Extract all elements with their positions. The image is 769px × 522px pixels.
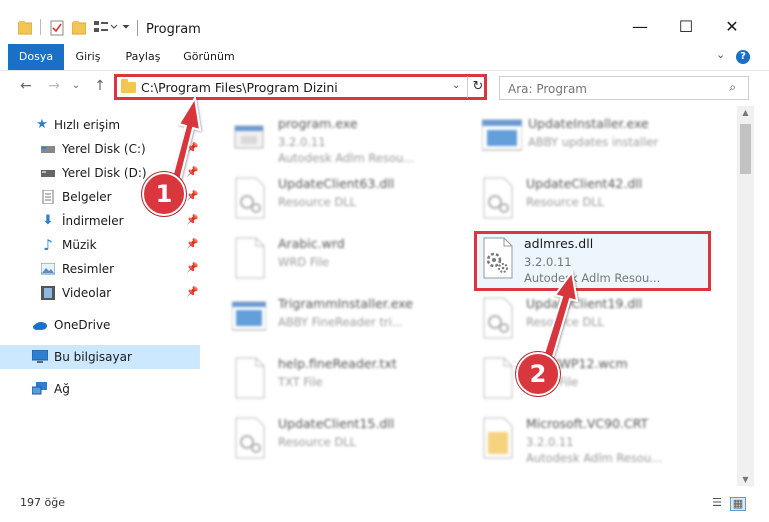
dll-icon xyxy=(480,176,514,220)
file-name: Microsoft.VC90.CRT xyxy=(526,416,649,431)
vertical-scrollbar[interactable]: ▲ ▼ xyxy=(737,106,754,486)
file-name: UpdateClient15.dll xyxy=(278,416,395,431)
dll-icon xyxy=(232,416,266,460)
tiles-view-icon[interactable]: ▦ xyxy=(730,497,746,511)
file-name: UpdateClient42.dll xyxy=(526,176,643,191)
exe-icon xyxy=(481,116,523,160)
file-detail: WRD File xyxy=(278,255,330,269)
file-detail: ABBY updates installer xyxy=(528,135,659,149)
status-bar: 197 öğe ☰ ▦ xyxy=(0,488,769,522)
file-tile[interactable]: UpdateInstaller.exe ABBY updates install… xyxy=(456,110,696,170)
file-detail: 3.2.0.11 xyxy=(278,135,326,149)
file-detail: Autodesk Adlm Resou... xyxy=(526,451,663,465)
file-name: Arabic.wrd xyxy=(278,236,345,251)
file-detail: Autodesk Adlm Resou... xyxy=(278,151,415,165)
file-name: adlmres.dll xyxy=(524,236,594,251)
exe-icon xyxy=(232,116,266,160)
item-count: 197 öğe xyxy=(20,496,65,509)
file-name: program.exe xyxy=(278,116,358,131)
file-tile[interactable]: UpdateClient19.dll Resource DLL xyxy=(454,290,694,350)
dll-icon xyxy=(480,236,514,280)
file-tile-adlmres[interactable]: adlmres.dll 3.2.0.11 Autodesk Adlm Resou… xyxy=(454,230,694,290)
file-tile[interactable]: UpdateClient42.dll Resource DLL xyxy=(454,170,694,230)
file-detail: ABBY FineReader tri... xyxy=(278,315,403,329)
file-detail: Resource DLL xyxy=(526,315,605,329)
file-tile[interactable]: ABBYWP12.wcm WCM File xyxy=(454,350,694,410)
scrollbar-thumb[interactable] xyxy=(740,124,751,174)
folder-icon xyxy=(480,416,514,460)
file-description: Autodesk Adlm Resou... xyxy=(524,271,661,285)
details-view-icon[interactable]: ☰ xyxy=(710,497,724,509)
file-icon xyxy=(232,236,266,280)
file-detail: Resource DLL xyxy=(278,195,357,209)
file-detail: 3.2.0.11 xyxy=(526,435,574,449)
file-name: UpdateClient19.dll xyxy=(526,296,643,311)
file-icon xyxy=(232,356,266,400)
scroll-down-icon[interactable]: ▼ xyxy=(737,475,754,484)
file-detail: Resource DLL xyxy=(526,195,605,209)
exe-icon xyxy=(231,296,267,340)
file-name: TrigrammInstaller.exe xyxy=(278,296,413,311)
scroll-up-icon[interactable]: ▲ xyxy=(737,108,754,117)
file-tile[interactable]: UpdateClient15.dll Resource DLL xyxy=(206,410,446,470)
file-tile[interactable]: Arabic.wrd WRD File xyxy=(206,230,446,290)
file-tile[interactable]: help.fineReader.txt TXT File xyxy=(206,350,446,410)
dll-icon xyxy=(232,176,266,220)
file-version: 3.2.0.11 xyxy=(524,255,572,269)
file-tile[interactable]: UpdateClient63.dll Resource DLL xyxy=(206,170,446,230)
file-detail: Resource DLL xyxy=(278,435,357,449)
callout-badge-1: 1 xyxy=(142,172,186,216)
file-icon xyxy=(480,356,514,400)
file-name: UpdateClient63.dll xyxy=(278,176,395,191)
file-tile[interactable]: program.exe 3.2.0.11 Autodesk Adlm Resou… xyxy=(206,110,446,170)
dll-icon xyxy=(480,296,514,340)
file-tile[interactable]: Microsoft.VC90.CRT 3.2.0.11 Autodesk Adl… xyxy=(454,410,694,470)
file-view: program.exe 3.2.0.11 Autodesk Adlm Resou… xyxy=(0,0,769,522)
file-tile[interactable]: TrigrammInstaller.exe ABBY FineReader tr… xyxy=(206,290,446,350)
file-name: help.fineReader.txt xyxy=(278,356,397,371)
file-name: UpdateInstaller.exe xyxy=(528,116,649,131)
file-detail: TXT File xyxy=(278,375,323,389)
callout-badge-2: 2 xyxy=(516,352,560,396)
